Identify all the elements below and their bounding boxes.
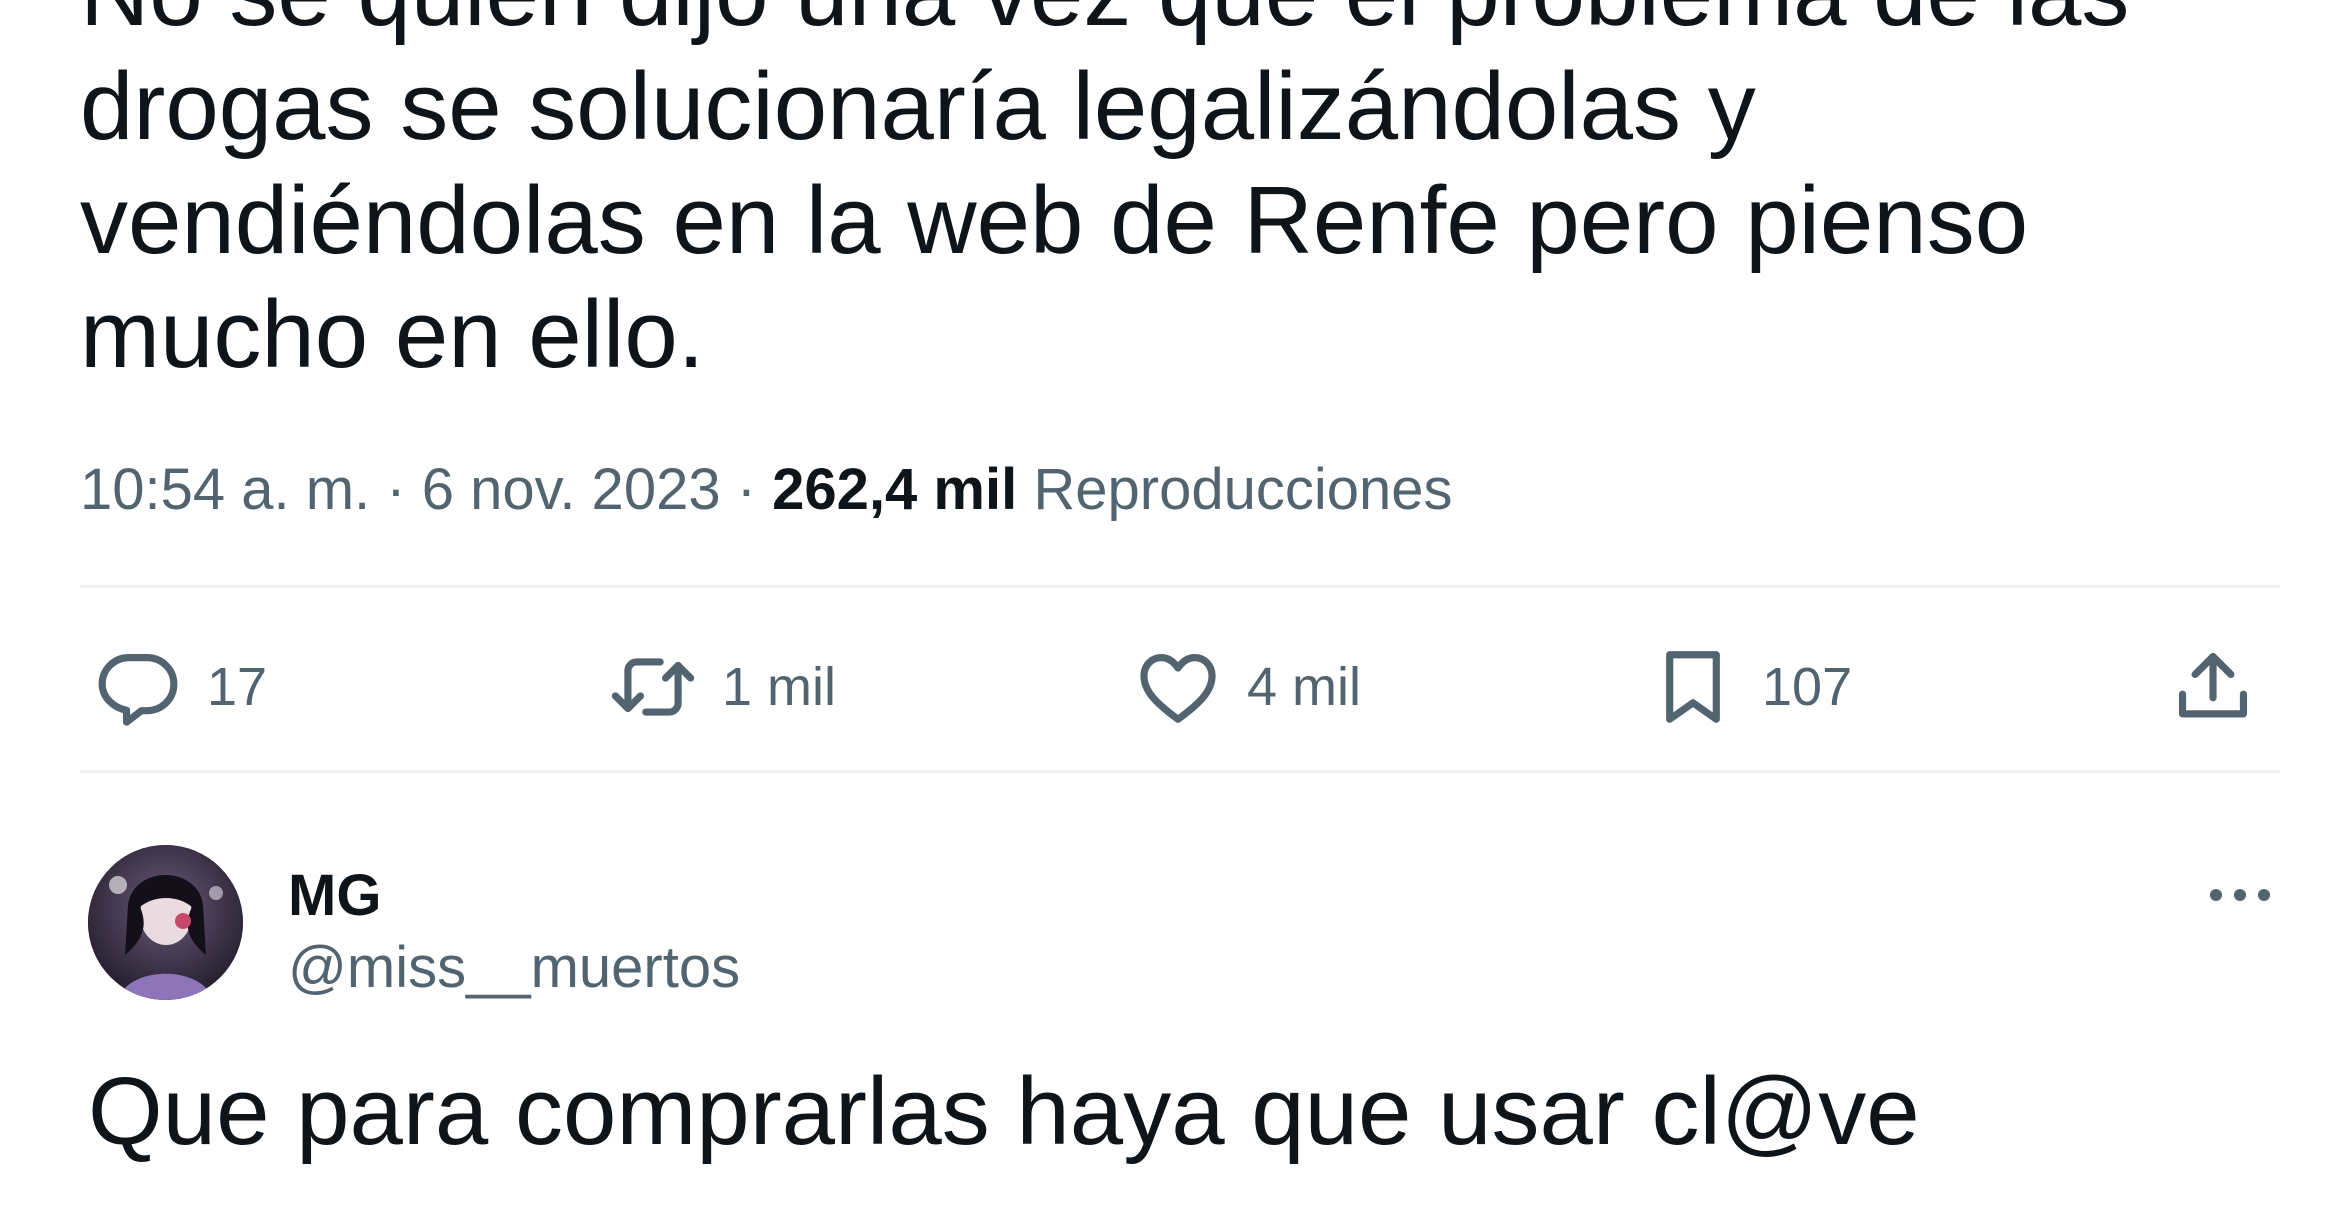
- tweet-date[interactable]: 6 nov. 2023: [422, 457, 721, 522]
- bookmark-icon: [1666, 651, 1720, 723]
- tweet-text-line: vendiéndolas en la web de Renfe pero pie…: [80, 167, 2029, 274]
- reply-display-name[interactable]: MG: [288, 863, 381, 929]
- views-count: 262,4 mil: [772, 457, 1018, 522]
- meta-separator: ·: [386, 457, 406, 522]
- retweet-icon: [611, 658, 695, 716]
- heart-icon: [1140, 654, 1216, 723]
- avatar-image: [88, 845, 243, 1000]
- tweet-text-line: mucho en ello.: [80, 281, 705, 388]
- more-options-button[interactable]: [2200, 875, 2280, 915]
- retweet-count: 1 mil: [722, 657, 837, 717]
- tweet-text-line: No sé quién dijo una vez que el problema…: [80, 0, 2280, 50]
- reply-count: 17: [207, 657, 268, 717]
- reply-header: MG @miss__muertos: [80, 845, 2280, 1005]
- tweet-text-line: drogas se solucionaría legalizándolas y: [80, 53, 1756, 160]
- reply-handle[interactable]: @miss__muertos: [288, 935, 740, 1001]
- reply-button[interactable]: 17: [95, 642, 267, 732]
- bookmark-count: 107: [1762, 657, 1853, 717]
- meta-separator: ·: [736, 457, 757, 522]
- tweet-time[interactable]: 10:54 a. m.: [80, 457, 370, 522]
- reply-icon: [98, 654, 178, 726]
- reply-text: Que para comprarlas haya que usar cl@ve: [88, 1058, 1920, 1165]
- tweet-text: No sé quién dijo una vez que el problema…: [80, 0, 2280, 392]
- share-button[interactable]: [2170, 642, 2256, 732]
- divider: [80, 770, 2280, 773]
- divider: [80, 585, 2280, 588]
- share-icon: [2178, 652, 2248, 718]
- views-label: Reproducciones: [1033, 457, 1453, 522]
- retweet-button[interactable]: 1 mil: [610, 642, 836, 732]
- like-button[interactable]: 4 mil: [1135, 642, 1361, 732]
- avatar[interactable]: [88, 845, 243, 1000]
- action-bar: 17 1 mil 4 mil 107: [80, 600, 2280, 770]
- bookmark-button[interactable]: 107: [1650, 642, 1852, 732]
- tweet-meta: 10:54 a. m. · 6 nov. 2023 · 262,4 mil Re…: [80, 455, 1453, 525]
- more-options-icon: [2210, 889, 2270, 901]
- like-count: 4 mil: [1247, 657, 1362, 717]
